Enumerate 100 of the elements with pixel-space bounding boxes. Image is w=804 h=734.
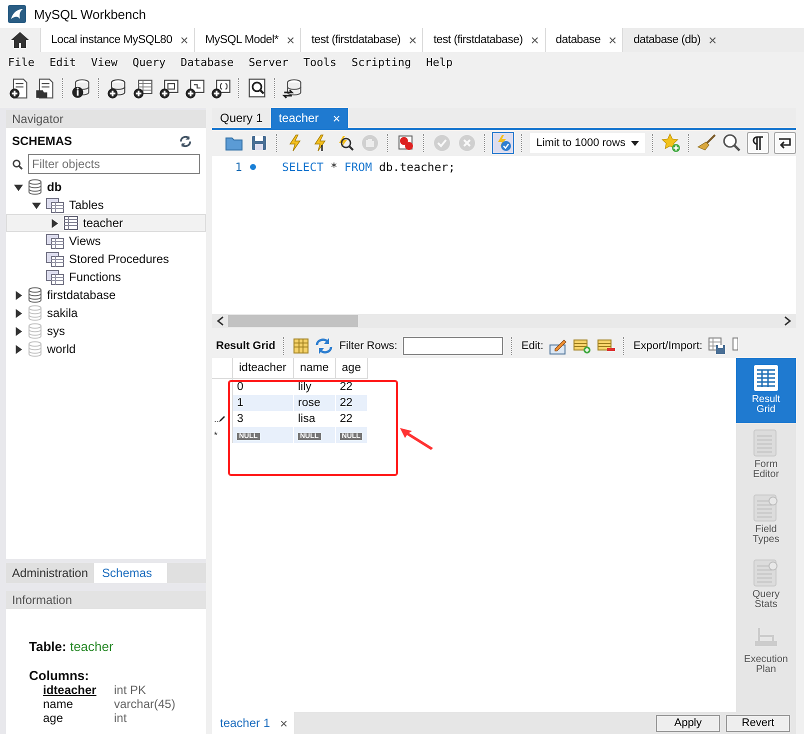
table-cell[interactable]: lily (298, 381, 312, 393)
connection-tab[interactable]: MySQL Model* × (194, 28, 300, 52)
tree-item[interactable]: world (6, 340, 206, 358)
file-plus-icon[interactable] (8, 77, 30, 99)
side-panel-button[interactable]: Execution Plan (736, 618, 796, 683)
star-plus-icon[interactable] (661, 133, 682, 153)
magnifier-icon[interactable] (722, 133, 742, 153)
table-cell[interactable]: 22 (340, 381, 353, 393)
document-icon (753, 429, 779, 457)
tree-item[interactable]: Functions (6, 268, 206, 286)
expand-arrow-icon[interactable] (14, 326, 22, 336)
column-name: idteacher (43, 683, 98, 697)
connection-tab[interactable]: database (db) × (622, 28, 804, 52)
connection-tab[interactable]: test (firstdatabase) × (300, 28, 422, 52)
tree-item[interactable]: Views (6, 232, 206, 250)
pilcrow-icon[interactable] (746, 132, 769, 154)
database-arrows-icon[interactable] (282, 77, 304, 99)
document-icon (753, 559, 779, 587)
file-open-icon[interactable] (34, 77, 56, 99)
expand-arrow-icon[interactable] (50, 218, 58, 228)
add-row-icon[interactable] (573, 337, 592, 355)
database-plus-icon[interactable] (106, 77, 128, 99)
tree-item[interactable]: teacher (6, 214, 206, 232)
expand-arrow-icon[interactable] (14, 344, 22, 354)
action-button[interactable]: Revert (726, 714, 790, 732)
query-tab[interactable]: Query 1 (212, 108, 271, 128)
menu-item[interactable]: Edit (50, 56, 76, 68)
result-tab[interactable]: teacher 1 × (212, 712, 294, 734)
window-plus-icon[interactable] (184, 77, 206, 99)
pencil-icon[interactable] (549, 337, 568, 355)
menu-item[interactable]: Tools (303, 56, 336, 68)
error-toggle-icon[interactable] (396, 133, 416, 153)
side-panel-button[interactable]: Query Stats (736, 553, 796, 618)
column-header[interactable]: idteacher (232, 358, 294, 378)
query-tab[interactable]: teacher × (270, 108, 348, 128)
expand-arrow-icon[interactable] (14, 290, 22, 300)
close-icon[interactable]: × (280, 716, 288, 730)
side-panel-button[interactable]: Field Types (736, 488, 796, 553)
scroll-left-icon[interactable] (216, 316, 224, 326)
tree-item[interactable]: firstdatabase (6, 286, 206, 304)
close-icon[interactable]: × (608, 32, 616, 48)
columns-icon[interactable] (293, 338, 310, 354)
collapse-arrow-icon[interactable] (32, 200, 40, 210)
collapse-arrow-icon[interactable] (14, 182, 22, 192)
autocommit-icon[interactable] (492, 132, 514, 154)
table-cell[interactable]: 3 (237, 413, 244, 425)
menu-item[interactable]: Query (132, 56, 166, 68)
table-cell[interactable]: lisa (298, 413, 316, 425)
scroll-right-icon[interactable] (784, 316, 792, 326)
dolphin-logo-icon (8, 5, 26, 23)
refresh-icon[interactable] (179, 134, 192, 148)
table-icon (64, 216, 78, 230)
sql-editor[interactable]: 1 SELECT * FROM db.teacher; (212, 156, 796, 314)
table-plus-icon[interactable] (132, 77, 154, 99)
close-icon[interactable]: × (408, 32, 416, 48)
table-cell[interactable]: 1 (237, 397, 244, 409)
search-icon[interactable] (246, 77, 268, 99)
tree-item[interactable]: Tables (6, 196, 206, 214)
home-tab[interactable] (0, 28, 40, 52)
menu-item[interactable]: File (8, 56, 34, 68)
limit-dropdown[interactable]: Limit to 1000 rows (530, 133, 646, 153)
scrollbar-thumb[interactable] (228, 315, 358, 327)
filter-field[interactable]: Filter objects (28, 154, 200, 174)
filter-rows-field[interactable] (403, 337, 504, 355)
pencil-icon (219, 416, 226, 422)
broom-icon[interactable] (696, 133, 717, 153)
tree-item[interactable]: sakila (6, 304, 206, 322)
menu-item[interactable]: Server (248, 56, 288, 68)
close-icon[interactable]: × (286, 32, 294, 48)
tree-item[interactable]: Stored Procedures (6, 250, 206, 268)
window-plus-icon[interactable] (210, 77, 232, 99)
close-icon[interactable]: × (708, 32, 716, 48)
close-icon[interactable]: × (180, 32, 188, 48)
expand-arrow-icon[interactable] (14, 308, 22, 318)
menu-item[interactable]: Database (180, 56, 234, 68)
close-icon[interactable]: × (332, 110, 340, 126)
side-panel-button[interactable]: Form Editor (736, 423, 796, 488)
filter-rows-label: Filter Rows: (339, 340, 398, 352)
sidebar-tab[interactable]: Schemas (94, 563, 168, 583)
close-icon[interactable]: × (530, 32, 539, 48)
column-header[interactable]: age (335, 358, 368, 378)
save-icon[interactable] (249, 133, 269, 153)
table-cell[interactable]: 22 (340, 413, 353, 425)
menu-item[interactable]: Help (426, 56, 453, 68)
info-icon[interactable] (70, 77, 92, 99)
action-button[interactable]: Apply (656, 714, 720, 732)
column-header[interactable]: name (294, 358, 336, 378)
refresh-icon[interactable] (315, 338, 334, 354)
sidebar-tab[interactable]: Administration (6, 563, 94, 583)
tree-item[interactable]: db (6, 178, 206, 196)
table-cell[interactable]: 0 (237, 381, 244, 393)
wrap-icon[interactable] (774, 132, 796, 154)
window-plus-icon[interactable] (158, 77, 180, 99)
export-icon[interactable] (708, 337, 726, 355)
horizontal-scrollbar[interactable] (212, 314, 796, 328)
menu-item[interactable]: Scripting (351, 56, 412, 68)
side-panel-button[interactable]: Result Grid (736, 358, 796, 423)
connection-tab[interactable]: database × (544, 28, 622, 52)
tree-item[interactable]: sys (6, 322, 206, 340)
menu-item[interactable]: View (91, 56, 118, 68)
